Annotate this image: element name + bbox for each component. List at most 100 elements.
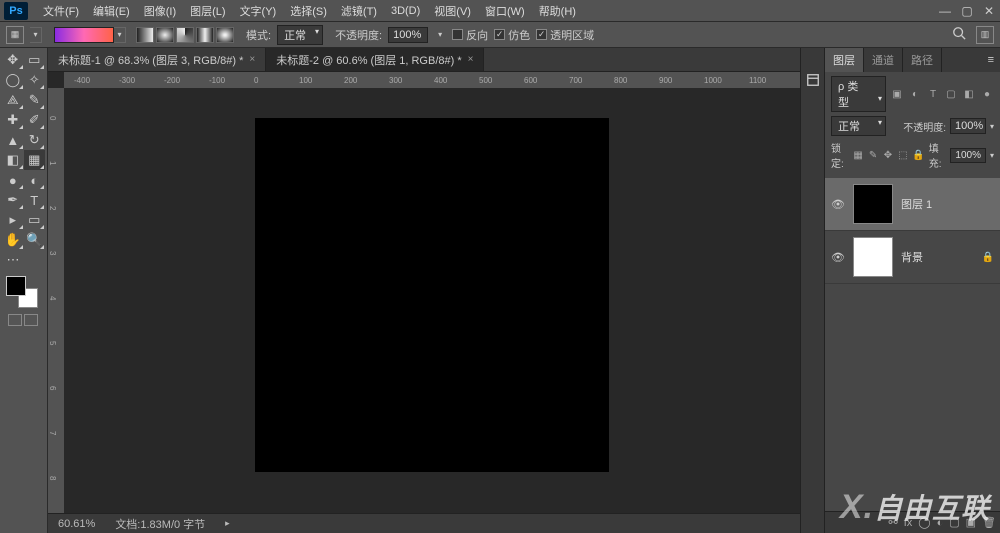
group-icon[interactable]: ▢ <box>949 516 959 529</box>
layer-name[interactable]: 图层 1 <box>901 196 994 212</box>
visibility-icon[interactable]: 👁 <box>831 251 845 264</box>
layer-thumbnail[interactable] <box>853 237 893 277</box>
horizontal-ruler[interactable]: -400-300 -200-100 0100 200300 400500 600… <box>64 72 800 88</box>
close-icon[interactable]: × <box>468 54 474 65</box>
lasso-tool[interactable]: ◯ <box>2 70 24 90</box>
status-arrow-icon[interactable]: ▸ <box>225 518 230 529</box>
path-select-tool[interactable]: ▸ <box>2 210 24 230</box>
gradient-reflected-icon[interactable] <box>196 27 214 43</box>
menu-image[interactable]: 图像(I) <box>137 3 183 19</box>
history-brush-tool[interactable]: ↻ <box>24 130 46 150</box>
crop-tool[interactable]: ⟁ <box>2 90 24 110</box>
dock-icon[interactable] <box>803 70 823 90</box>
gradient-tool[interactable]: ▦ <box>24 150 46 170</box>
menu-type[interactable]: 文字(Y) <box>233 3 284 19</box>
doc-tab-2[interactable]: 未标题-2 @ 60.6% (图层 1, RGB/8#) *× <box>266 48 484 71</box>
layer-item-1[interactable]: 👁 图层 1 <box>825 178 1000 231</box>
link-layers-icon[interactable]: ⚯ <box>888 516 897 529</box>
layer-name[interactable]: 背景 <box>901 249 974 265</box>
tool-preset-icon[interactable]: ▦ <box>6 26 24 44</box>
transparency-checkbox[interactable]: ✓透明区域 <box>536 27 594 43</box>
menu-filter[interactable]: 滤镜(T) <box>334 3 384 19</box>
edit-toolbar[interactable]: ⋯ <box>2 250 24 270</box>
layer-blend-select[interactable]: 正常 <box>831 116 886 136</box>
new-layer-icon[interactable]: ▣ <box>966 516 976 529</box>
reverse-checkbox[interactable]: 反向 <box>452 27 488 43</box>
color-swatches[interactable] <box>6 276 38 308</box>
layer-fx-icon[interactable]: fx <box>904 517 913 529</box>
lock-all-icon[interactable]: 🔒 <box>912 148 924 162</box>
filter-adjust-icon[interactable]: ◐ <box>908 87 922 101</box>
layer-mask-icon[interactable]: ◯ <box>918 516 930 529</box>
shape-tool[interactable]: ▭ <box>24 210 46 230</box>
layer-opacity-input[interactable]: 100% <box>950 118 986 134</box>
filter-shape-icon[interactable]: ▢ <box>944 87 958 101</box>
vertical-ruler[interactable]: 0 1 2 3 4 5 6 7 8 <box>48 88 64 513</box>
hand-tool[interactable]: ✋ <box>2 230 24 250</box>
menu-edit[interactable]: 编辑(E) <box>86 3 137 19</box>
gradient-angle-icon[interactable] <box>176 27 194 43</box>
tool-preset-dropdown[interactable]: ▾ <box>30 27 42 43</box>
opacity-input[interactable]: 100% <box>388 27 428 43</box>
blend-mode-select[interactable]: 正常 <box>277 25 323 45</box>
opacity-dropdown[interactable]: ▾ <box>434 27 446 43</box>
layer-item-bg[interactable]: 👁 背景 🔒 <box>825 231 1000 284</box>
fill-input[interactable]: 100% <box>950 148 986 163</box>
type-tool[interactable]: T <box>24 190 46 210</box>
pen-tool[interactable]: ✒ <box>2 190 24 210</box>
healing-tool[interactable]: ✚ <box>2 110 24 130</box>
zoom-level[interactable]: 60.61% <box>58 518 95 530</box>
search-icon[interactable] <box>952 26 970 44</box>
maximize-button[interactable]: ▢ <box>956 2 978 20</box>
tab-layers[interactable]: 图层 <box>825 48 864 72</box>
marquee-tool[interactable]: ▭ <box>24 50 46 70</box>
filter-pixel-icon[interactable]: ▣ <box>890 87 904 101</box>
menu-view[interactable]: 视图(V) <box>427 3 478 19</box>
filter-type-icon[interactable]: T <box>926 87 940 101</box>
doc-info[interactable]: 文档:1.83M/0 字节 <box>115 516 205 532</box>
brush-tool[interactable]: ✐ <box>24 110 46 130</box>
screenmode-icon[interactable] <box>24 314 38 326</box>
filter-smart-icon[interactable]: ◧ <box>962 87 976 101</box>
canvas[interactable] <box>255 118 609 472</box>
gradient-swatch[interactable] <box>54 27 114 43</box>
delete-layer-icon[interactable]: 🗑 <box>982 516 996 529</box>
layer-thumbnail[interactable] <box>853 184 893 224</box>
move-tool[interactable]: ✥ <box>2 50 24 70</box>
tab-paths[interactable]: 路径 <box>903 48 942 72</box>
doc-tab-1[interactable]: 未标题-1 @ 68.3% (图层 3, RGB/8#) *× <box>48 48 266 71</box>
filter-toggle-icon[interactable]: ● <box>980 87 994 101</box>
workspace-icon[interactable]: ▥ <box>976 26 994 44</box>
menu-file[interactable]: 文件(F) <box>36 3 86 19</box>
lock-trans-icon[interactable]: ▦ <box>853 148 864 162</box>
layer-kind-select[interactable]: ρ 类型 <box>831 76 886 112</box>
menu-select[interactable]: 选择(S) <box>283 3 334 19</box>
panel-menu-icon[interactable]: ≡ <box>982 54 1000 66</box>
canvas-area[interactable] <box>64 88 800 513</box>
menu-3d[interactable]: 3D(D) <box>384 5 427 17</box>
minimize-button[interactable]: — <box>934 2 956 20</box>
lock-nest-icon[interactable]: ⬚ <box>897 148 908 162</box>
dither-checkbox[interactable]: ✓仿色 <box>494 27 530 43</box>
tab-channels[interactable]: 通道 <box>864 48 903 72</box>
menu-window[interactable]: 窗口(W) <box>478 3 532 19</box>
gradient-dropdown[interactable]: ▾ <box>114 27 126 43</box>
quickmask-icon[interactable] <box>8 314 22 326</box>
blur-tool[interactable]: ● <box>2 170 24 190</box>
zoom-tool[interactable]: 🔍 <box>24 230 46 250</box>
menu-help[interactable]: 帮助(H) <box>532 3 583 19</box>
lock-pos-icon[interactable]: ✥ <box>882 148 893 162</box>
close-button[interactable]: ✕ <box>978 2 1000 20</box>
eraser-tool[interactable]: ◧ <box>2 150 24 170</box>
visibility-icon[interactable]: 👁 <box>831 198 845 211</box>
menu-layer[interactable]: 图层(L) <box>183 3 232 19</box>
gradient-linear-icon[interactable] <box>136 27 154 43</box>
close-icon[interactable]: × <box>249 54 255 65</box>
gradient-radial-icon[interactable] <box>156 27 174 43</box>
foreground-color[interactable] <box>6 276 26 296</box>
gradient-diamond-icon[interactable] <box>216 27 234 43</box>
dodge-tool[interactable]: ◐ <box>24 170 46 190</box>
lock-paint-icon[interactable]: ✎ <box>868 148 879 162</box>
stamp-tool[interactable]: ▲ <box>2 130 24 150</box>
eyedropper-tool[interactable]: ✎ <box>24 90 46 110</box>
